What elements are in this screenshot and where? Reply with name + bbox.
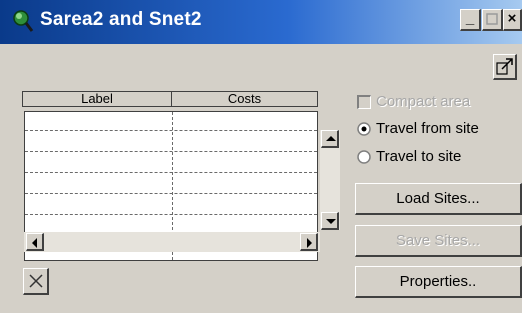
table-row[interactable] [25,133,317,152]
scroll-right-button[interactable] [300,233,318,251]
properties-button[interactable]: Properties.. [355,266,522,298]
close-button[interactable]: × [503,9,522,31]
minimize-button[interactable]: _ [460,9,481,31]
compact-area-checkbox [357,95,371,109]
arrow-down-icon [326,219,336,224]
maximize-icon [486,13,498,25]
table-row[interactable] [25,175,317,194]
x-delete-icon [28,274,43,288]
column-header-costs[interactable]: Costs [172,92,317,106]
travel-from-site-label[interactable]: Travel from site [376,120,479,138]
magnifier-globe-icon [13,10,34,32]
scroll-up-button[interactable] [321,130,339,148]
minimize-icon: _ [465,10,475,27]
travel-to-site-radio[interactable] [357,150,371,164]
compact-area-label: Compact area [376,93,471,110]
window-title: Sarea2 and Snet2 [40,9,202,30]
travel-to-site-label[interactable]: Travel to site [376,148,461,166]
maximize-button [482,9,503,31]
column-header-label[interactable]: Label [23,92,172,106]
vertical-scrollbar[interactable] [320,130,340,230]
save-sites-button: Save Sites... [355,225,522,257]
travel-from-site-radio[interactable] [357,122,371,136]
arrow-left-icon [32,238,37,248]
close-icon: × [507,10,517,27]
pin-button[interactable] [493,54,517,80]
arrow-up-icon [326,136,336,141]
table-row[interactable] [25,112,317,131]
table-row[interactable] [25,154,317,173]
delete-button[interactable] [23,268,49,295]
load-sites-button[interactable]: Load Sites... [355,183,522,215]
arrow-right-icon [307,238,312,248]
scroll-down-button[interactable] [321,212,339,230]
horizontal-scrollbar[interactable] [24,232,320,252]
title-bar[interactable]: Sarea2 and Snet2 _ × [0,0,522,44]
scroll-left-button[interactable] [26,233,44,251]
pin-arrow-icon [495,58,513,75]
list-header: Label Costs [22,91,318,107]
dialog-window: Sarea2 and Snet2 _ × Label Costs Compact… [0,0,522,313]
table-row[interactable] [25,196,317,215]
